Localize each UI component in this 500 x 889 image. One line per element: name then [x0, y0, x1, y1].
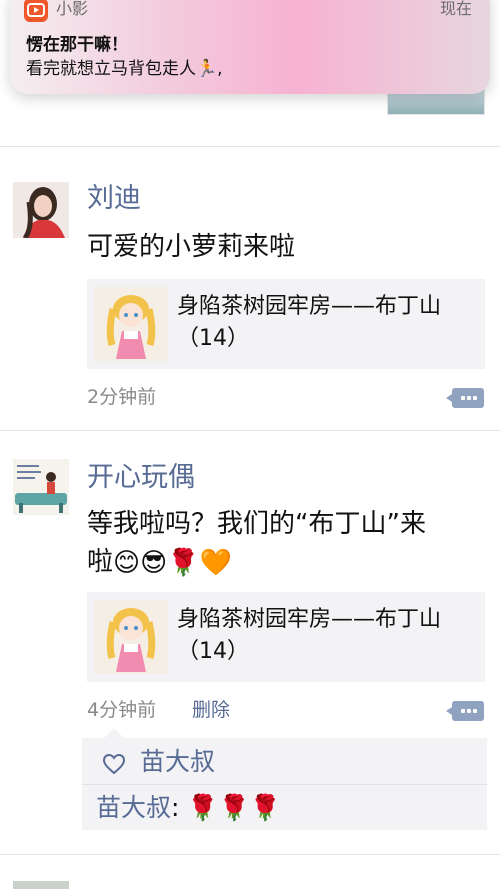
moments-feed: 小影 现在 愣在那干嘛！ 看完就想立马背包走人🏃, 刘迪 可爱的小萝莉来啦 身陷…	[0, 0, 500, 889]
avatar-liudi[interactable]	[13, 182, 69, 238]
comment-action-button[interactable]	[446, 701, 484, 721]
rose-emoji: 🌹	[167, 547, 200, 578]
smile-emoji: 😊	[113, 547, 141, 578]
like-user-name[interactable]: 苗大叔	[140, 745, 215, 779]
heart-emoji: 🧡	[199, 547, 232, 578]
post-divider	[0, 146, 500, 147]
post-text-tail: 啦	[87, 547, 114, 577]
shared-link-card[interactable]: 身陷茶树园牢房——布丁山（14）	[87, 592, 485, 682]
notification-time: 现在	[439, 0, 472, 18]
post-time: 4分钟前	[87, 699, 157, 721]
post-time: 2分钟前	[87, 386, 157, 408]
link-title: 身陷茶树园牢房——布丁山（14）	[177, 607, 442, 664]
shared-link-card[interactable]: 身陷茶树园牢房——布丁山（14）	[87, 279, 485, 369]
avatar-next-post[interactable]	[13, 881, 69, 889]
comment-author[interactable]: 苗大叔	[96, 793, 171, 822]
link-thumbnail	[94, 287, 168, 361]
comment-separator	[82, 784, 487, 785]
post-text-line: 啦😊😎🌹🧡	[87, 543, 487, 582]
post-text: 等我啦吗？我们的“布丁山”来 啦😊😎🌹🧡	[87, 505, 487, 582]
link-thumbnail	[94, 600, 168, 674]
post-text: 可爱的小萝莉来啦	[87, 232, 296, 262]
notification-title: 愣在那干嘛！	[26, 35, 128, 55]
comment-colon: :	[171, 793, 180, 822]
notification-app-name: 小影	[56, 0, 89, 18]
notification-body: 看完就想立马背包走人🏃,	[26, 59, 223, 79]
avatar-kaixinwanou[interactable]	[13, 459, 69, 515]
xiaoying-app-icon	[24, 0, 48, 22]
comment-row[interactable]: 苗大叔: 🌹🌹🌹	[96, 792, 281, 824]
link-title: 身陷茶树园牢房——布丁山（14）	[177, 294, 442, 351]
post-text-line: 等我啦吗？我们的“布丁山”来	[87, 509, 426, 539]
post-username[interactable]: 开心玩偶	[87, 461, 195, 495]
post-username[interactable]: 刘迪	[87, 182, 141, 216]
notification-banner[interactable]: 小影 现在 愣在那干嘛！ 看完就想立马背包走人🏃,	[10, 0, 490, 94]
post-divider	[0, 430, 500, 431]
comment-action-button[interactable]	[446, 388, 484, 408]
sunglasses-emoji: 😎	[140, 547, 168, 578]
likes-comments-box: 苗大叔 苗大叔: 🌹🌹🌹	[82, 728, 487, 830]
delete-link[interactable]: 删除	[192, 697, 230, 723]
post-divider	[0, 854, 500, 855]
comment-text: 🌹🌹🌹	[187, 793, 281, 822]
heart-icon	[102, 753, 126, 775]
